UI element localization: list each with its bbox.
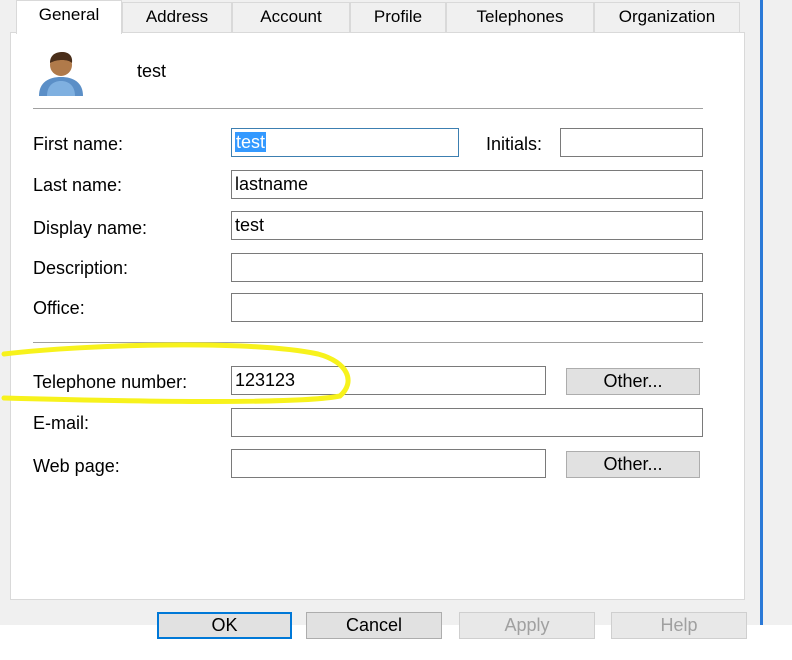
first-name-value: test — [235, 132, 267, 152]
first-name-field[interactable]: test — [231, 128, 459, 157]
tab-organization[interactable]: Organization — [594, 2, 740, 32]
user-icon — [39, 52, 83, 96]
tab-account[interactable]: Account — [232, 2, 350, 32]
display-name-label: Display name: — [33, 218, 148, 238]
last-name-field[interactable]: lastname — [231, 170, 703, 199]
webpage-field[interactable] — [231, 449, 546, 478]
user-display-name: test — [137, 61, 167, 81]
webpage-other-button[interactable]: Other... — [566, 451, 700, 478]
apply-button[interactable]: Apply — [459, 612, 595, 639]
last-name-label: Last name: — [33, 175, 123, 195]
cancel-button[interactable]: Cancel — [306, 612, 442, 639]
display-name-field[interactable]: test — [231, 211, 703, 240]
email-label: E-mail: — [33, 413, 90, 433]
office-field[interactable] — [231, 293, 703, 322]
office-label: Office: — [33, 298, 85, 318]
tab-strip: General Address Account Profile Telephon… — [0, 0, 760, 34]
ok-button[interactable]: OK — [157, 612, 292, 639]
header-separator — [33, 108, 703, 109]
description-field[interactable] — [231, 253, 703, 282]
tab-profile[interactable]: Profile — [350, 2, 446, 32]
help-button[interactable]: Help — [611, 612, 747, 639]
initials-label: Initials: — [486, 134, 543, 154]
description-label: Description: — [33, 258, 129, 278]
tab-general[interactable]: General — [16, 0, 122, 34]
telephone-other-button[interactable]: Other... — [566, 368, 700, 395]
webpage-label: Web page: — [33, 456, 120, 476]
highlight-annotation — [1, 342, 351, 404]
window-border — [760, 0, 763, 625]
tab-telephones[interactable]: Telephones — [446, 2, 594, 32]
tab-address[interactable]: Address — [122, 2, 232, 32]
first-name-label: First name: — [33, 134, 124, 154]
email-field[interactable] — [231, 408, 703, 437]
initials-field[interactable] — [560, 128, 703, 157]
